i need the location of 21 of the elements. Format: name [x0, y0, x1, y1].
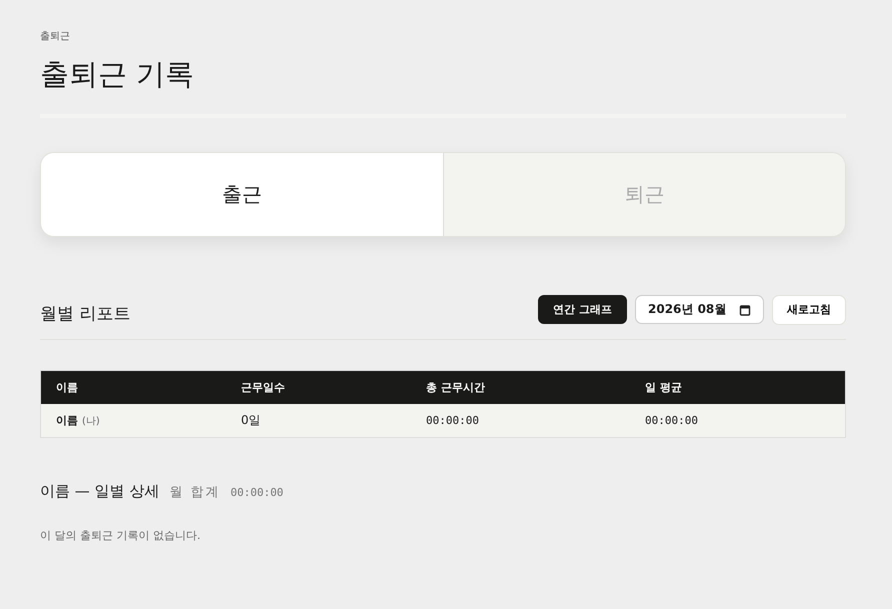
punch-tab[interactable]: 출근 — [41, 153, 442, 236]
self-tag: (나) — [82, 414, 100, 428]
month-field[interactable]: 2026년 08월 — [635, 295, 764, 324]
table-cell-text: 0일 — [241, 412, 262, 429]
calendar-icon — [739, 304, 751, 316]
column-header: 이름 — [56, 380, 79, 395]
empty-message: 이 달의 출퇴근 기록이 없습니다. — [40, 528, 202, 543]
breadcrumb: 출퇴근 — [40, 30, 71, 44]
annual-graph-button[interactable]: 연간 그래프 — [538, 295, 627, 324]
column-header: 총 근무시간 — [426, 380, 486, 395]
section-title: 월별 리포트 — [40, 303, 130, 325]
detail-title: 이름 — 일별 상세 — [40, 482, 160, 501]
name-cell: 이름 — [56, 413, 78, 428]
monthly-total-value: 00:00:00 — [230, 486, 284, 499]
refresh-button[interactable]: 새로고침 — [772, 294, 846, 324]
column-header: 근무일수 — [241, 380, 286, 395]
monthly-total-label: 월 합계 — [169, 484, 220, 501]
page-title: 출퇴근 기록 — [40, 56, 196, 93]
table-cell-text: 00:00:00 — [426, 414, 480, 427]
table-cell-text: 00:00:00 — [645, 414, 699, 427]
column-header: 일 평균 — [645, 380, 683, 395]
